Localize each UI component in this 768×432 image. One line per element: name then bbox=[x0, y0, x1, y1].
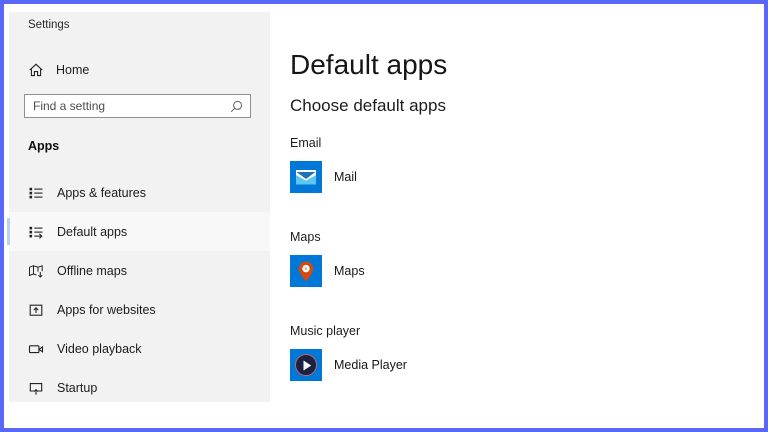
media-player-icon bbox=[290, 349, 322, 381]
category-label: Maps bbox=[290, 230, 447, 245]
main-content: Default apps Choose default apps Email M… bbox=[290, 48, 447, 381]
category-label: Music player bbox=[290, 324, 447, 339]
sidebar-item-apps-for-websites[interactable]: Apps for websites bbox=[9, 290, 270, 329]
sidebar-item-startup[interactable]: Startup bbox=[9, 368, 270, 407]
home-label: Home bbox=[56, 63, 89, 77]
sidebar-item-default-apps[interactable]: Default apps bbox=[9, 212, 270, 251]
selection-indicator bbox=[7, 218, 10, 245]
category-maps: Maps Maps bbox=[290, 230, 447, 287]
page-title: Default apps bbox=[290, 48, 447, 82]
sidebar-item-label: Startup bbox=[57, 381, 97, 395]
startup-icon bbox=[28, 380, 44, 396]
mail-icon bbox=[290, 161, 322, 193]
app-name: Media Player bbox=[334, 358, 407, 372]
sidebar-item-label: Apps for websites bbox=[57, 303, 156, 317]
default-apps-icon bbox=[28, 224, 44, 240]
home-icon bbox=[28, 62, 44, 78]
category-email: Email Mail bbox=[290, 136, 447, 193]
video-playback-icon bbox=[28, 341, 44, 357]
sidebar-item-apps-features[interactable]: Apps & features bbox=[9, 173, 270, 212]
sidebar-item-label: Offline maps bbox=[57, 264, 127, 278]
section-title: Choose default apps bbox=[290, 95, 447, 116]
sidebar-section-apps: Apps bbox=[28, 139, 59, 153]
default-app-email-button[interactable]: Mail bbox=[290, 161, 447, 193]
search-icon bbox=[230, 100, 250, 113]
sidebar-item-video-playback[interactable]: Video playback bbox=[9, 329, 270, 368]
category-label: Email bbox=[290, 136, 447, 151]
app-name: Maps bbox=[334, 264, 365, 278]
sidebar: Settings Home Apps bbox=[9, 12, 270, 402]
maps-icon bbox=[290, 255, 322, 287]
apps-features-icon bbox=[28, 185, 44, 201]
sidebar-nav: Apps & features Default apps bbox=[9, 173, 270, 407]
sidebar-item-label: Apps & features bbox=[57, 186, 146, 200]
sidebar-item-label: Video playback bbox=[57, 342, 142, 356]
search-box[interactable] bbox=[24, 94, 251, 118]
category-music-player: Music player Media Player bbox=[290, 324, 447, 381]
play-circle bbox=[295, 354, 317, 376]
sidebar-item-offline-maps[interactable]: Offline maps bbox=[9, 251, 270, 290]
apps-for-websites-icon bbox=[28, 302, 44, 318]
default-app-maps-button[interactable]: Maps bbox=[290, 255, 447, 287]
window-title: Settings bbox=[28, 19, 70, 31]
app-name: Mail bbox=[334, 170, 357, 184]
default-app-music-button[interactable]: Media Player bbox=[290, 349, 447, 381]
sidebar-item-home[interactable]: Home bbox=[28, 59, 89, 81]
sidebar-item-label: Default apps bbox=[57, 225, 127, 239]
offline-maps-icon bbox=[28, 263, 44, 279]
search-input[interactable] bbox=[25, 99, 230, 113]
